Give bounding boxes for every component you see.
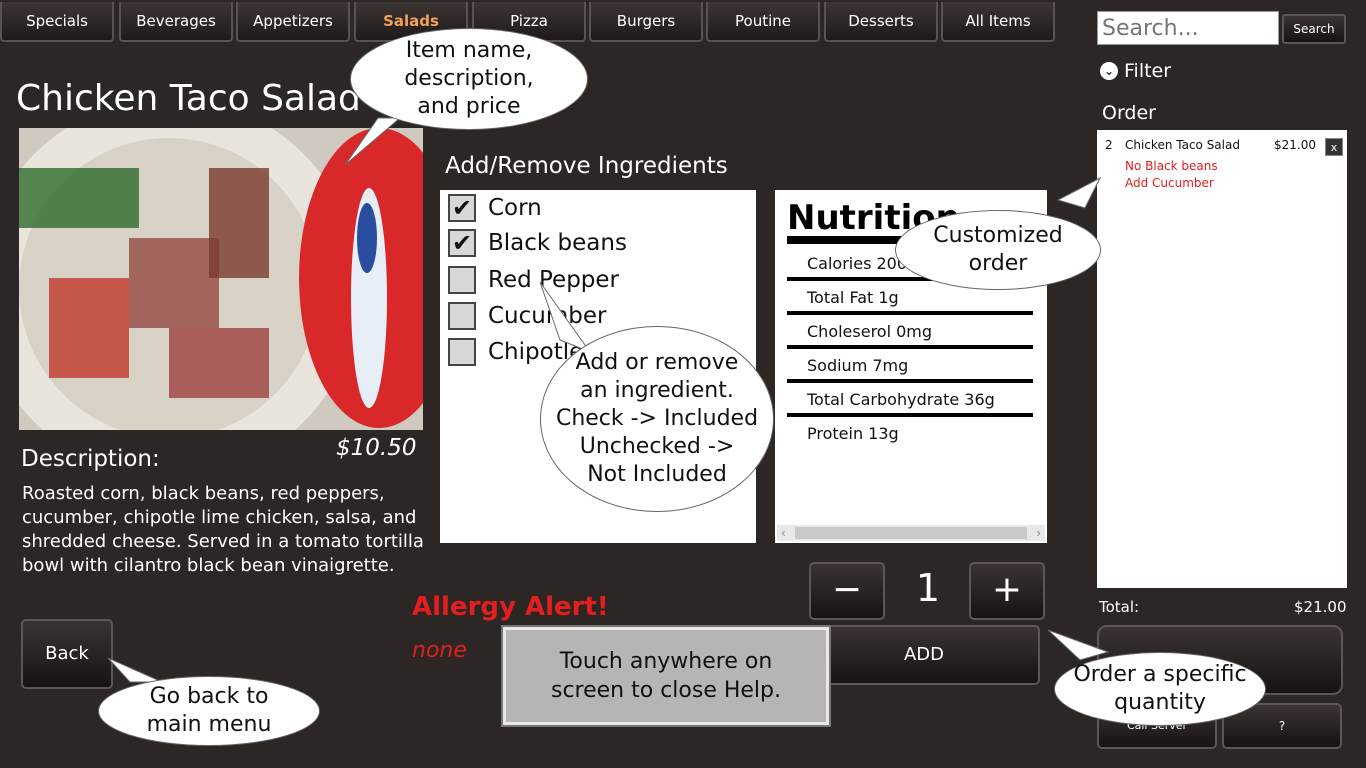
help-bubble-text: Go back to main menu bbox=[146, 684, 272, 737]
close-help-text: Touch anywhere on screen to close Help. bbox=[550, 649, 781, 703]
help-bubble-text: Add or remove an ingredient. bbox=[575, 350, 739, 403]
help-bubble-text: Check -> Included bbox=[555, 406, 759, 431]
help-bubble-text: Unchecked -> Not Included bbox=[579, 434, 735, 487]
help-bubble-order: Customized order bbox=[895, 210, 1101, 290]
help-bubble-item: Item name, description, and price bbox=[350, 28, 588, 130]
help-bubble-ingredients: Add or remove an ingredient. Check -> In… bbox=[540, 326, 774, 512]
help-bubble-text: Item name, description, and price bbox=[404, 38, 534, 119]
help-bubble-text: Order a specific quantity bbox=[1073, 662, 1247, 715]
close-help-banner[interactable]: Touch anywhere on screen to close Help. bbox=[501, 625, 831, 727]
help-bubble-back: Go back to main menu bbox=[98, 676, 320, 746]
help-bubble-quantity: Order a specific quantity bbox=[1054, 652, 1266, 726]
help-bubble-text: Customized order bbox=[933, 223, 1063, 276]
